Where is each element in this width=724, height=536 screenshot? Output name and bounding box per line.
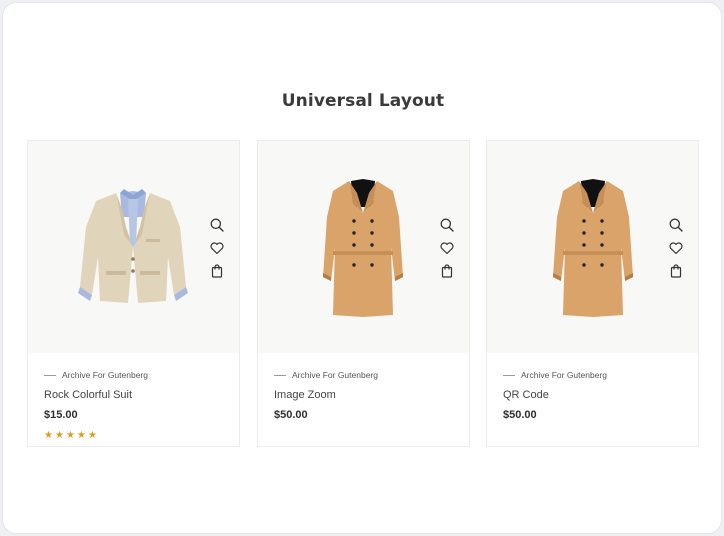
trench-coat-image[interactable] xyxy=(551,177,635,319)
product-actions xyxy=(439,217,455,286)
heart-icon[interactable] xyxy=(209,240,225,256)
product-category[interactable]: Archive For Gutenberg xyxy=(503,369,688,381)
category-label[interactable]: Archive For Gutenberg xyxy=(62,370,148,380)
blazer-image[interactable] xyxy=(76,187,190,307)
search-icon[interactable] xyxy=(668,217,684,233)
shopping-bag-icon[interactable] xyxy=(668,263,684,279)
rating-stars: ★ ★ ★ ★ ★ xyxy=(44,431,229,441)
heart-icon[interactable] xyxy=(439,240,455,256)
product-meta: Archive For Gutenberg QR Code $50.00 xyxy=(503,369,688,421)
product-image-area[interactable] xyxy=(487,141,698,353)
product-price: $50.00 xyxy=(274,409,308,421)
category-label[interactable]: Archive For Gutenberg xyxy=(521,370,607,380)
category-dash xyxy=(274,374,286,376)
category-label[interactable]: Archive For Gutenberg xyxy=(292,370,378,380)
search-icon[interactable] xyxy=(439,217,455,233)
product-card[interactable]: Archive For Gutenberg Image Zoom $50.00 xyxy=(257,140,470,447)
star-icon: ★ xyxy=(44,430,53,441)
shopping-bag-icon[interactable] xyxy=(439,263,455,279)
shopping-bag-icon[interactable] xyxy=(209,263,225,279)
product-category[interactable]: Archive For Gutenberg xyxy=(274,369,459,381)
category-dash xyxy=(503,374,515,376)
product-price: $50.00 xyxy=(503,409,537,421)
section-title: Universal Layout xyxy=(281,91,445,111)
product-category[interactable]: Archive For Gutenberg xyxy=(44,369,229,381)
star-icon: ★ xyxy=(65,430,75,441)
product-meta: Archive For Gutenberg Rock Colorful Suit… xyxy=(44,369,229,441)
product-price: $15.00 xyxy=(44,409,78,421)
star-icon: ★ xyxy=(87,430,97,441)
product-meta: Archive For Gutenberg Image Zoom $50.00 xyxy=(274,369,459,421)
product-name[interactable]: Image Zoom xyxy=(274,389,459,401)
search-icon[interactable] xyxy=(209,217,225,233)
trench-coat-image[interactable] xyxy=(321,177,405,319)
star-icon: ★ xyxy=(54,430,64,441)
heart-icon[interactable] xyxy=(668,240,684,256)
product-actions xyxy=(668,217,684,286)
category-dash xyxy=(44,374,56,376)
product-actions xyxy=(209,217,225,286)
product-name[interactable]: QR Code xyxy=(503,389,688,401)
page-frame: Universal Layout Archive For Gutenberg R… xyxy=(2,2,722,534)
product-image-area[interactable] xyxy=(28,141,239,353)
star-icon: ★ xyxy=(76,430,86,441)
product-name[interactable]: Rock Colorful Suit xyxy=(44,389,229,401)
product-image-area[interactable] xyxy=(258,141,469,353)
product-card[interactable]: Archive For Gutenberg Rock Colorful Suit… xyxy=(27,140,240,447)
product-card[interactable]: Archive For Gutenberg QR Code $50.00 xyxy=(486,140,699,447)
